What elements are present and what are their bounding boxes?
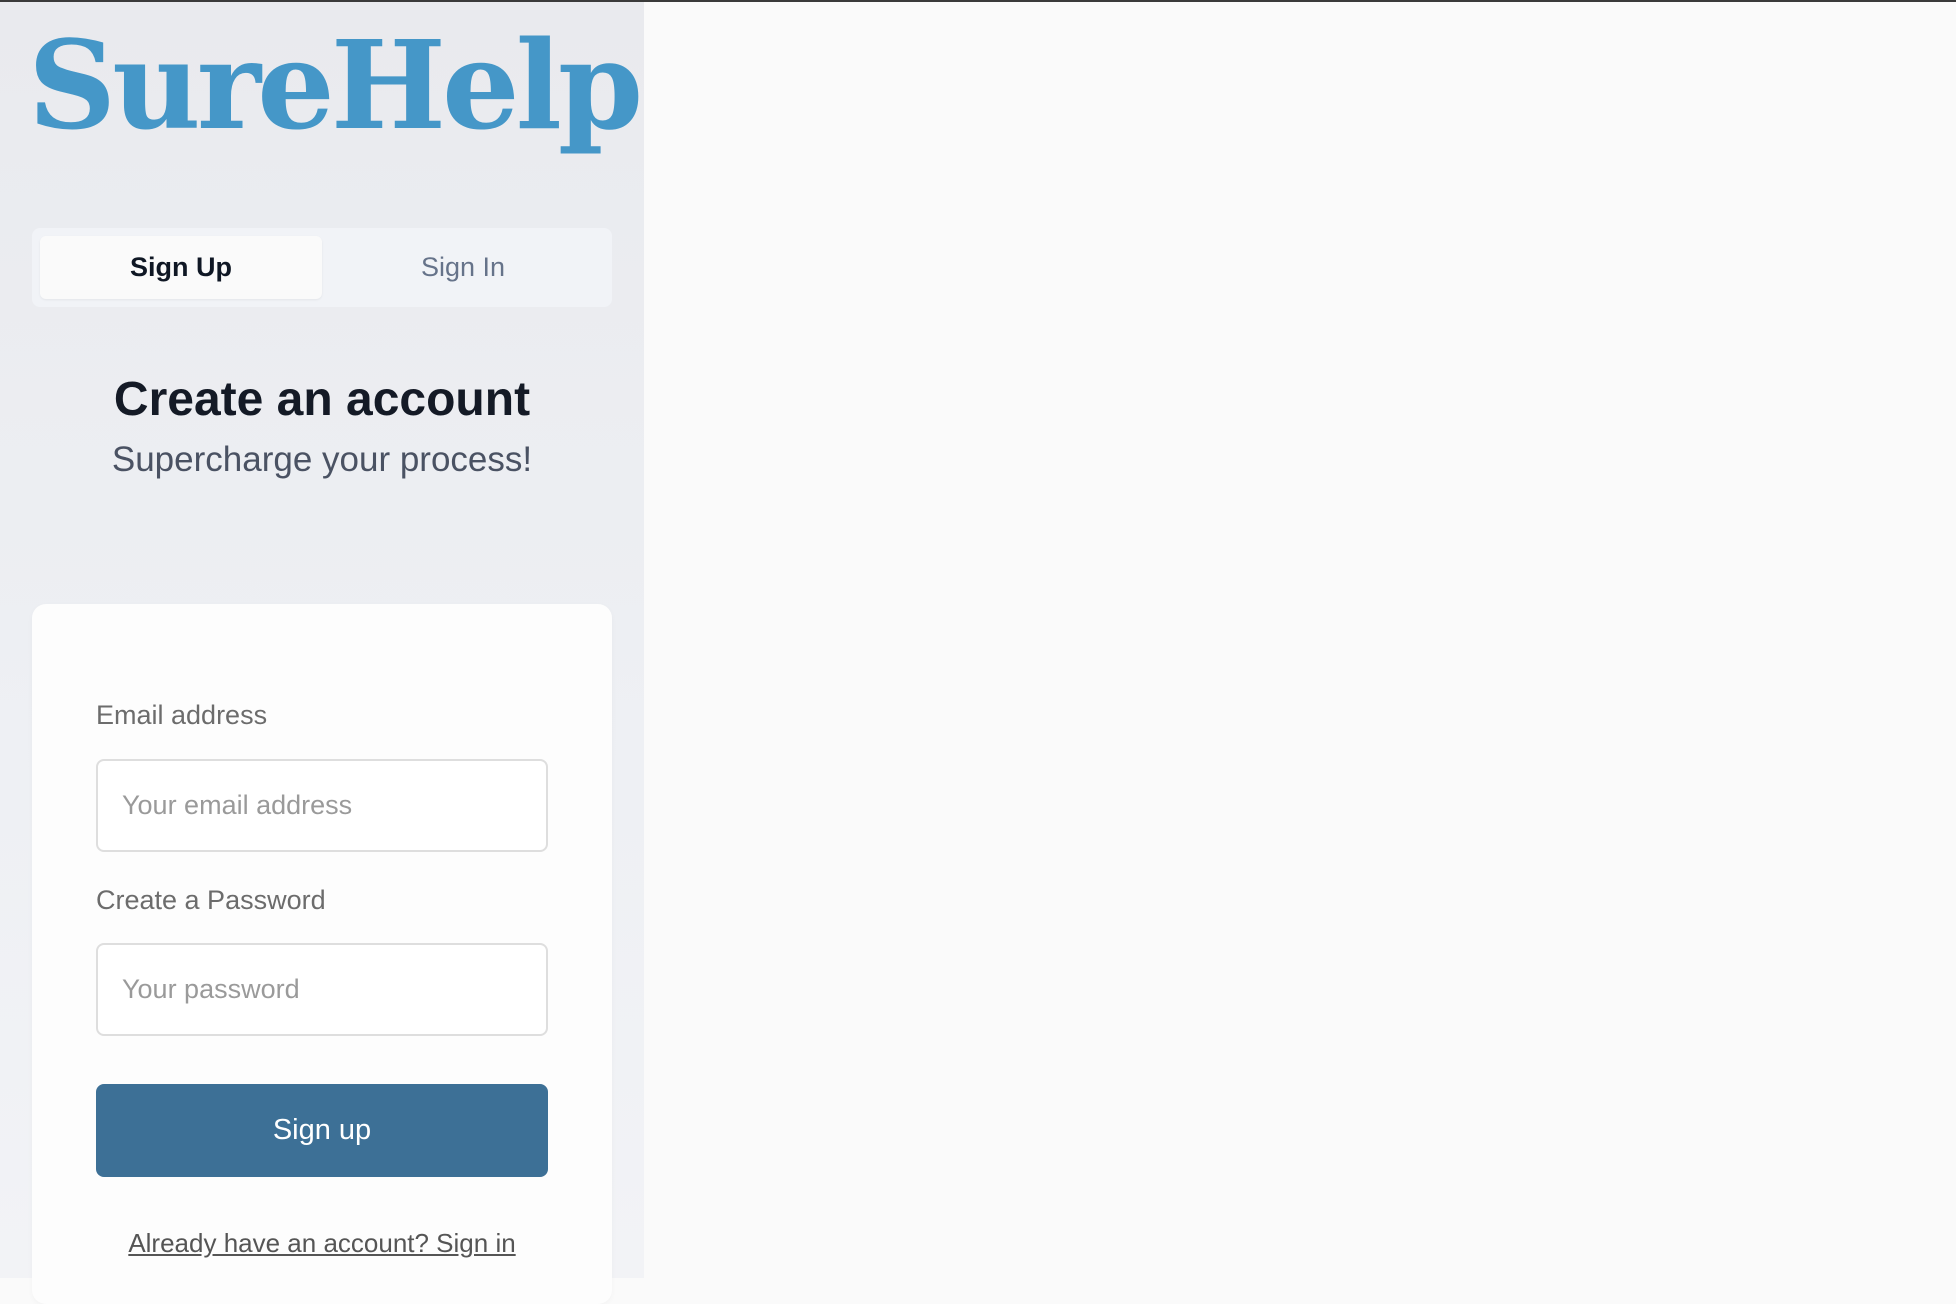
sign-up-button[interactable]: Sign up — [96, 1084, 548, 1177]
brand-logo: SureHelp — [28, 13, 643, 157]
page-subtitle: Supercharge your process! — [111, 440, 533, 479]
password-field[interactable] — [96, 943, 548, 1036]
email-field[interactable] — [96, 759, 548, 852]
page-title: Create an account — [113, 373, 531, 426]
sign-in-link[interactable]: Already have an account? Sign in — [32, 1228, 612, 1259]
tab-sign-up[interactable]: Sign Up — [40, 236, 322, 299]
auth-tabs: Sign Up Sign In — [32, 228, 612, 307]
tab-sign-in[interactable]: Sign In — [322, 236, 604, 299]
signup-form-card: Email address Create a Password Sign up … — [32, 604, 612, 1304]
email-label: Email address — [96, 700, 268, 730]
auth-sidebar: SureHelp Sign Up Sign In Create an accou… — [0, 2, 644, 1304]
main-content-area — [644, 2, 1956, 1278]
password-label: Create a Password — [96, 885, 326, 915]
